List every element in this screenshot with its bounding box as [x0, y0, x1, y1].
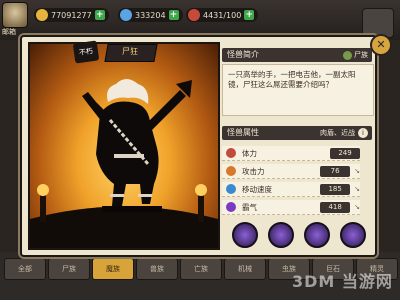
trend-arrow-icon: ↘	[354, 185, 360, 193]
tab-all[interactable]: 全部	[4, 258, 46, 280]
monster-silhouette	[30, 79, 218, 248]
stat-row-attack: 攻击力 76 ↘	[222, 164, 360, 179]
monster-portrait	[28, 42, 220, 250]
attributes-header: 怪兽属性 肉盾、近战 i	[222, 126, 372, 140]
add-gold-button[interactable]: +	[94, 10, 105, 20]
stat-value: 418	[320, 201, 351, 213]
race-label: 尸族	[354, 51, 368, 59]
skill-1-icon[interactable]	[232, 222, 258, 248]
sword-icon	[226, 166, 236, 176]
tab-undead[interactable]: 亡族	[180, 258, 222, 280]
tab-machine[interactable]: 机械	[224, 258, 266, 280]
stat-row-dominance: 霸气 418 ↘	[222, 200, 360, 215]
tab-corpse[interactable]: 尸族	[48, 258, 90, 280]
intro-title: 怪兽简介	[227, 50, 259, 59]
gem-counter: 333204 +	[118, 8, 183, 22]
stat-row-hp: 体力 249	[222, 146, 360, 161]
gold-icon	[36, 9, 48, 21]
stat-label: 体力	[242, 148, 257, 158]
race-icon	[343, 50, 352, 60]
tab-beast[interactable]: 兽族	[136, 258, 178, 280]
gem-icon	[120, 9, 132, 21]
close-button[interactable]: ✕	[370, 34, 392, 56]
intro-header: 怪兽简介 尸族	[222, 48, 372, 62]
stat-label: 攻击力	[242, 166, 265, 176]
boot-icon	[226, 184, 236, 194]
info-icon[interactable]: i	[358, 128, 368, 138]
trend-arrow-icon: ↘	[354, 167, 360, 175]
add-energy-button[interactable]: +	[244, 10, 255, 20]
stat-value: 76	[320, 165, 351, 177]
stat-label: 霸气	[242, 202, 257, 212]
monster-description: 一只高举的手，一把电吉他，一副太阳镜，尸狂这么屌还需要介绍吗？	[228, 70, 356, 89]
race-tag: 尸族	[343, 48, 368, 62]
energy-value: 4431/100	[203, 10, 242, 20]
gold-value: 77091277	[51, 10, 92, 20]
energy-counter: 4431/100 +	[186, 8, 259, 22]
heart-icon	[226, 148, 236, 158]
monster-name: 尸狂	[122, 47, 138, 56]
watermark-logo: 3DM 当游网	[292, 272, 393, 291]
gold-counter: 77091277 +	[34, 8, 109, 22]
type-tag: 肉盾、近战 i	[320, 126, 368, 140]
stat-label: 移动速度	[242, 184, 272, 194]
aura-icon	[226, 202, 236, 212]
tab-demon[interactable]: 魔族	[92, 258, 134, 280]
trend-arrow-icon: ↘	[354, 203, 360, 211]
stat-value: 185	[320, 183, 351, 195]
energy-icon	[188, 9, 200, 21]
skill-2-icon[interactable]	[268, 222, 294, 248]
attributes-title: 怪兽属性	[227, 128, 259, 137]
add-gem-button[interactable]: +	[168, 10, 179, 20]
stat-value: 249	[330, 147, 360, 159]
stat-row-speed: 移动速度 185 ↘	[222, 182, 360, 197]
immortal-badge: 不朽	[72, 40, 100, 64]
type-label: 肉盾、近战	[320, 129, 355, 137]
skill-4-icon[interactable]	[340, 222, 366, 248]
gem-value: 333204	[135, 10, 166, 20]
player-avatar[interactable]	[2, 2, 28, 28]
skill-3-icon[interactable]	[304, 222, 330, 248]
avatar-label: 邮箱	[2, 28, 16, 36]
